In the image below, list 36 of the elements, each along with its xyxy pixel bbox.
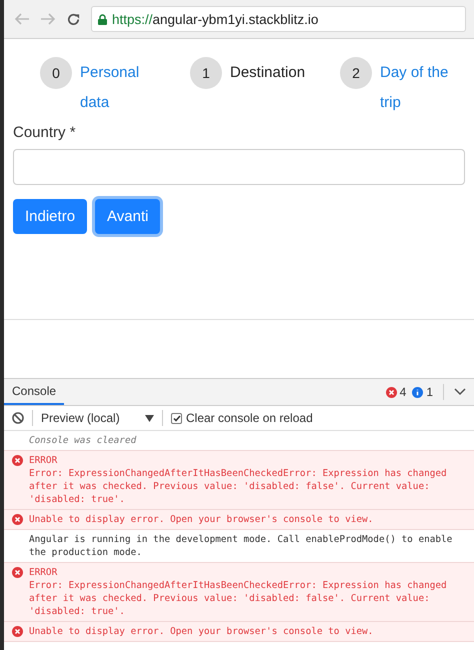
step-label[interactable]: Destination [230, 58, 314, 88]
reload-icon[interactable] [66, 12, 81, 26]
lock-icon [98, 14, 107, 24]
log-message: Angular is running in the development mode. Call enableProdMode() to enable the production mode. [29, 533, 454, 559]
url-text: https://angular-ybm1yi.stackblitz.io [112, 12, 318, 26]
step-number: 0 [40, 57, 72, 89]
country-label: Country * [13, 124, 77, 141]
error-icon [12, 626, 23, 637]
clear-icon[interactable] [12, 412, 24, 424]
checkbox-label[interactable]: Clear console on reload [186, 411, 313, 425]
step-number: 1 [190, 57, 222, 89]
error-title: ERROR [29, 454, 58, 467]
checkbox[interactable] [171, 412, 182, 424]
error-count: 4 [400, 385, 406, 399]
info-icon [412, 386, 424, 398]
step-label[interactable]: Personal data [80, 58, 164, 118]
error-message: Unable to display error. Open your browser's console to view. [29, 513, 374, 526]
dropdown-triangle-icon[interactable] [145, 414, 154, 422]
step-button[interactable]: Indietro [13, 199, 88, 234]
step-label[interactable]: Day of the trip [380, 58, 464, 118]
error-message: Unable to display error. Open your browser's console to view. [29, 625, 374, 638]
error-icon [12, 567, 23, 578]
error-message: Error: ExpressionChangedAfterItHasBeenCheckedError: Expression has changed after it was checked. Previous value: 'disabled: false'. Current value: 'disabled: true'. [29, 579, 448, 618]
address-bar[interactable]: https://angular-ybm1yi.stackblitz.io [91, 6, 466, 32]
error-icon [12, 455, 23, 466]
error-count-icon [386, 387, 397, 398]
step-number: 2 [340, 57, 372, 89]
error-icon [12, 514, 23, 525]
error-title: ERROR [29, 566, 58, 579]
info-count: 1 [426, 385, 433, 399]
country-input[interactable] [13, 149, 465, 185]
log-message: Console was cleared [29, 434, 136, 447]
error-message: Error: ExpressionChangedAfterItHasBeenCheckedError: Expression has changed after it was checked. Previous value: 'disabled: false'. Current value: 'disabled: true'. [29, 467, 448, 506]
context-selector[interactable]: Preview (local) [41, 411, 137, 425]
step-button[interactable]: Avanti [95, 199, 160, 234]
chevron-down-icon[interactable] [454, 388, 466, 396]
